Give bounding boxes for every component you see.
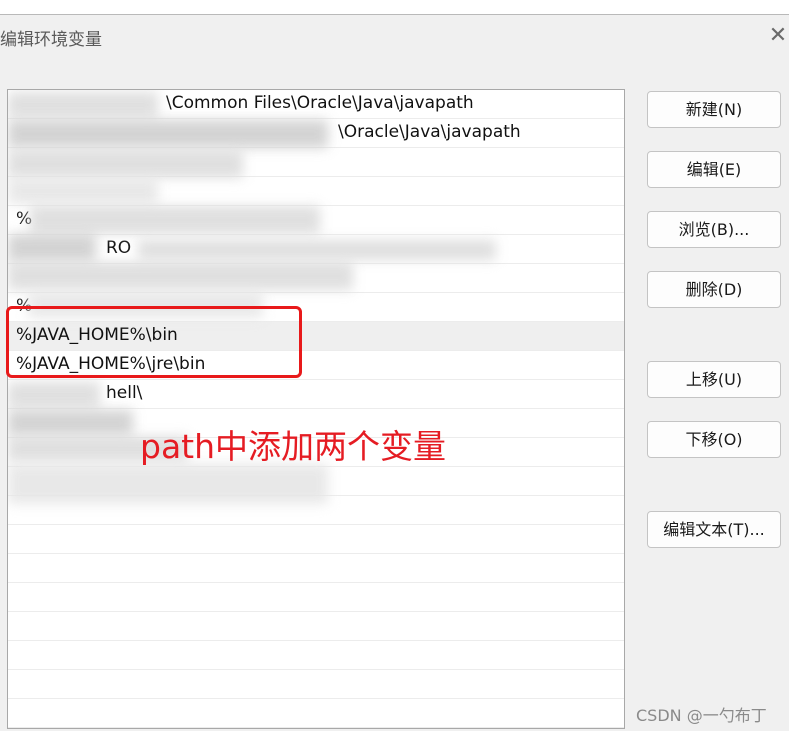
watermark: CSDN @一勺布丁: [636, 706, 767, 725]
list-item[interactable]: [8, 612, 624, 641]
browse-button[interactable]: 浏览(B)...: [647, 211, 781, 248]
move-up-button[interactable]: 上移(U): [647, 361, 781, 398]
list-item-text: \Oracle\Java\javapath: [338, 122, 521, 142]
list-item[interactable]: [8, 525, 624, 554]
close-icon[interactable]: ✕: [766, 25, 789, 49]
new-button[interactable]: 新建(N): [647, 91, 781, 128]
privacy-blur: [8, 382, 100, 408]
edit-button[interactable]: 编辑(E): [647, 151, 781, 188]
list-item-text: hell\: [106, 383, 143, 403]
list-item[interactable]: [8, 641, 624, 670]
list-item[interactable]: [8, 583, 624, 612]
highlight-annotation-box: [6, 306, 302, 378]
privacy-blur: [30, 206, 320, 234]
privacy-blur: [138, 240, 496, 260]
privacy-blur: [8, 178, 158, 204]
privacy-blur: [8, 120, 328, 148]
background-strip: [0, 0, 789, 14]
list-item-text: \Common Files\Oracle\Java\javapath: [166, 93, 474, 113]
privacy-blur: [8, 234, 96, 262]
list-item[interactable]: [8, 699, 624, 728]
move-down-button[interactable]: 下移(O): [647, 421, 781, 458]
privacy-blur: [8, 464, 328, 504]
list-item[interactable]: hell\: [8, 380, 624, 409]
delete-button[interactable]: 删除(D): [647, 271, 781, 308]
list-item[interactable]: [8, 554, 624, 583]
edit-text-button[interactable]: 编辑文本(T)...: [647, 511, 781, 548]
path-entries-list[interactable]: \Common Files\Oracle\Java\javapath \Orac…: [7, 89, 625, 729]
privacy-blur: [8, 410, 133, 436]
dialog-title: 编辑环境变量: [0, 30, 102, 50]
privacy-blur: [8, 262, 353, 290]
list-item[interactable]: [8, 670, 624, 699]
annotation-text: path中添加两个变量: [140, 427, 447, 466]
privacy-blur: [8, 150, 243, 178]
privacy-blur: [8, 92, 158, 118]
list-item-text: RO: [106, 238, 132, 258]
